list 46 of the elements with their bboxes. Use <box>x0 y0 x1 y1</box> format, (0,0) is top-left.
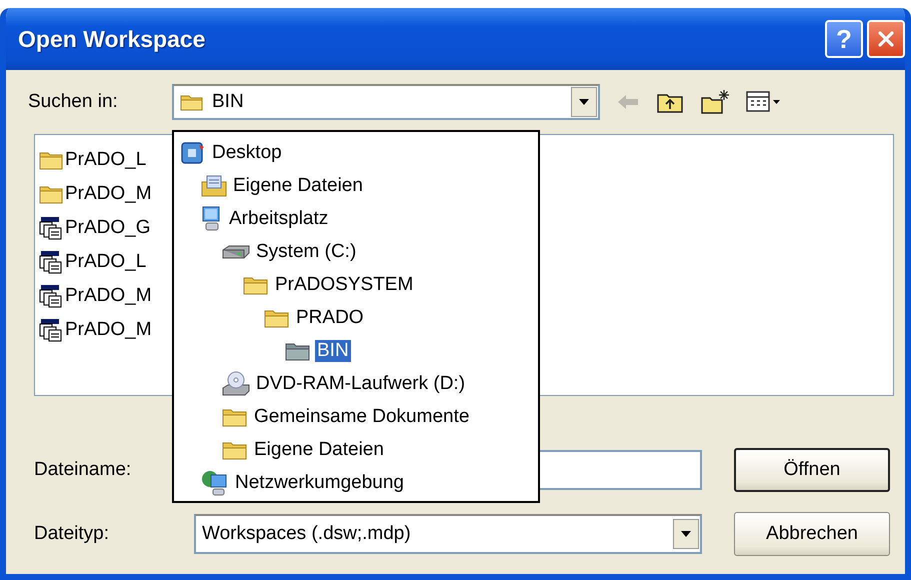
network-icon <box>201 470 229 496</box>
file-item[interactable]: PrADO_M <box>39 281 152 311</box>
disc-drive-icon <box>222 370 250 396</box>
file-item[interactable]: PrADO_M <box>39 315 152 345</box>
filetype-label: Dateityp: <box>34 523 110 545</box>
filename-label: Dateiname: <box>34 459 132 481</box>
look-in-combo[interactable]: BIN <box>172 84 600 120</box>
location-item[interactable]: Arbeitsplatz <box>174 202 538 235</box>
stacked-windows-icon <box>39 250 63 274</box>
stacked-windows-icon <box>39 284 63 308</box>
location-item[interactable]: Eigene Dateien <box>174 433 538 466</box>
file-item[interactable]: PrADO_G <box>39 213 151 243</box>
file-name: PrADO_M <box>65 183 152 205</box>
location-item[interactable]: Netzwerkumgebung <box>174 466 538 499</box>
file-name: PrADO_G <box>65 217 151 239</box>
view-menu-icon[interactable] <box>746 90 782 114</box>
file-name: PrADO_M <box>65 319 152 341</box>
file-item[interactable]: PrADO_M <box>39 179 152 209</box>
location-item[interactable]: System (C:) <box>174 235 538 268</box>
desktop-icon <box>180 140 206 164</box>
new-folder-icon[interactable] <box>700 89 730 115</box>
file-name: PrADO_L <box>65 149 146 171</box>
document-folder-icon <box>201 174 227 198</box>
location-item[interactable]: BIN <box>174 334 538 367</box>
cancel-button[interactable]: Abbrechen <box>734 512 890 556</box>
file-item[interactable]: PrADO_L <box>39 247 146 277</box>
stacked-windows-icon <box>39 318 63 342</box>
location-item[interactable]: PrADOSYSTEM <box>174 268 538 301</box>
file-name: PrADO_L <box>65 251 146 273</box>
location-item[interactable]: Eigene Dateien <box>174 169 538 202</box>
window-title: Open Workspace <box>18 26 206 52</box>
file-item[interactable]: PrADO_L <box>39 145 146 175</box>
hard-drive-icon <box>222 244 250 260</box>
close-icon[interactable] <box>877 30 895 48</box>
look-in-value: BIN <box>212 91 245 113</box>
file-name: PrADO_M <box>65 285 152 307</box>
location-item[interactable]: PRADO <box>174 301 538 334</box>
location-item[interactable]: DVD-RAM-Laufwerk (D:) <box>174 367 538 400</box>
look-in-label: Suchen in: <box>28 91 119 113</box>
location-item[interactable]: Desktop <box>174 136 538 169</box>
open-button[interactable]: Öffnen <box>734 448 890 492</box>
close-button[interactable] <box>867 20 905 58</box>
filetype-combo[interactable]: Workspaces (.dsw;.mdp) <box>194 514 702 554</box>
location-item[interactable]: Gemeinsame Dokumente <box>174 400 538 433</box>
stacked-windows-icon <box>39 216 63 240</box>
filetype-value: Workspaces (.dsw;.mdp) <box>202 523 412 545</box>
